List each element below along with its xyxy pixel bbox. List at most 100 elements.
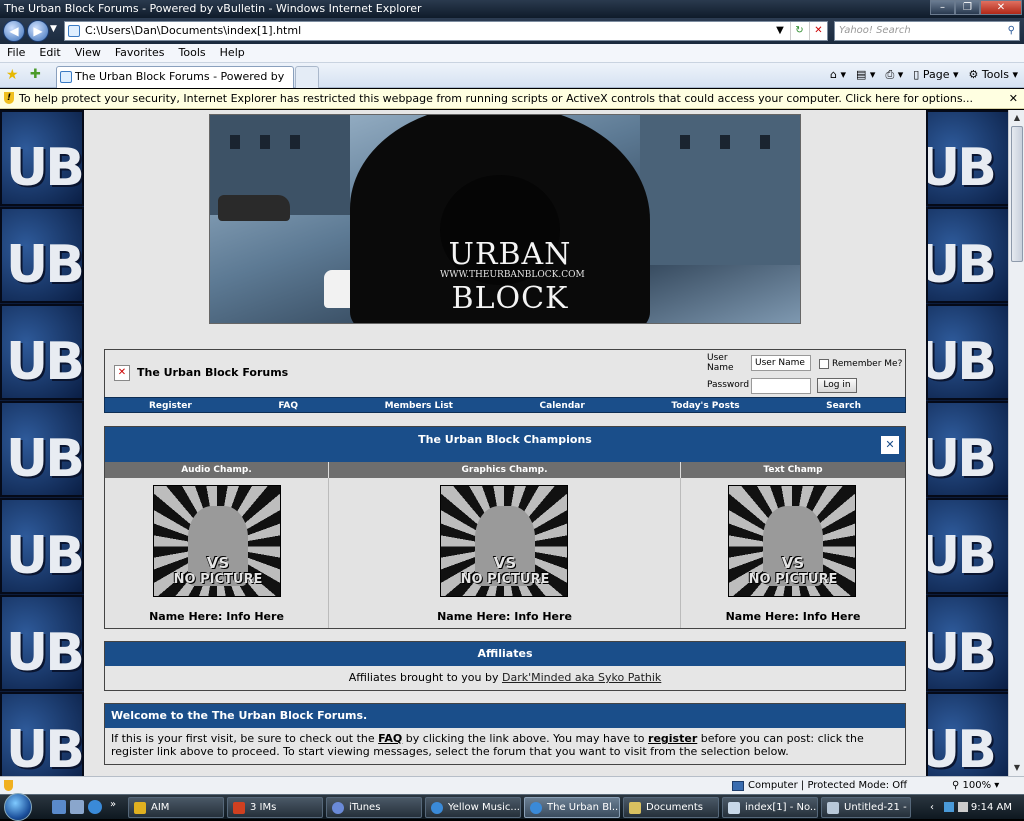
tray-expand-icon[interactable]: ‹ (930, 795, 934, 820)
internet-explorer-icon[interactable] (88, 800, 102, 814)
ie-icon (431, 802, 443, 814)
ub-logo-tile: UB (0, 498, 84, 594)
close-button[interactable]: ✕ (980, 0, 1022, 15)
ub-logo-tile: UB (0, 692, 84, 776)
show-desktop-icon[interactable] (52, 800, 66, 814)
tools-menu[interactable]: ⚙ Tools ▾ (969, 66, 1019, 84)
menu-favorites[interactable]: Favorites (108, 44, 172, 62)
champions-columns: Audio Champ. Graphics Champ. Text Champ (105, 462, 905, 478)
login-button[interactable]: Log in (817, 378, 857, 393)
print-icon[interactable]: ⎙ ▾ (885, 66, 903, 84)
affiliates-title: Affiliates (105, 642, 905, 666)
affiliates-text: Affiliates brought to you by (348, 671, 499, 684)
zoom-level[interactable]: ⚲ 100% ▾ (952, 777, 999, 795)
nav-members-list[interactable]: Members List (385, 398, 453, 412)
nav-register[interactable]: Register (149, 398, 192, 412)
ub-logo-text: UB (928, 235, 997, 295)
taskbar-tasks: AIM 3 IMs iTunes Yellow Music... The Urb… (128, 797, 911, 818)
login-form: User Name Password User Name Remember Me… (705, 353, 905, 395)
address-dropdown-icon[interactable]: ▼ (771, 22, 789, 40)
faq-link[interactable]: FAQ (378, 732, 402, 745)
affiliates-box: Affiliates Affiliates brought to you by … (104, 641, 906, 691)
task-label: index[1] - No... (745, 802, 818, 813)
nav-todays-posts[interactable]: Today's Posts (671, 398, 739, 412)
task-itunes[interactable]: iTunes (326, 797, 422, 818)
task-untitled[interactable]: Untitled-21 - ... (821, 797, 911, 818)
nav-search[interactable]: Search (826, 398, 861, 412)
champion-name: Name Here: Info Here (437, 610, 572, 623)
quicklaunch-more-icon[interactable]: » (110, 799, 116, 810)
volume-icon[interactable] (958, 802, 968, 812)
task-yellow-music[interactable]: Yellow Music... (425, 797, 521, 818)
ub-logo-tile: UB (926, 692, 1008, 776)
welcome-box: Welcome to the The Urban Block Forums. I… (104, 703, 906, 765)
recent-pages-dropdown[interactable]: ▼ (50, 24, 57, 34)
task-ims[interactable]: 3 IMs (227, 797, 323, 818)
maximize-button[interactable]: ❐ (955, 0, 980, 15)
search-input[interactable]: Yahoo! Search ⚲ (834, 21, 1020, 41)
scroll-up-icon[interactable]: ▲ (1010, 111, 1024, 125)
username-field[interactable]: User Name (751, 355, 811, 371)
favorites-star-icon[interactable]: ★ (6, 67, 19, 83)
affiliates-link[interactable]: Dark'Minded aka Syko Pathik (502, 671, 661, 684)
refresh-icon[interactable]: ↻ (790, 22, 808, 40)
task-documents[interactable]: Documents (623, 797, 719, 818)
task-aim[interactable]: AIM (128, 797, 224, 818)
vertical-scrollbar[interactable]: ▲ ▼ (1008, 110, 1024, 776)
start-button[interactable] (4, 793, 32, 821)
new-tab-button[interactable] (295, 66, 319, 88)
security-zone[interactable]: Computer | Protected Mode: Off (732, 777, 907, 795)
champions-title: The Urban Block Champions (418, 433, 592, 446)
switch-windows-icon[interactable] (70, 800, 84, 814)
welcome-body: If this is your first visit, be sure to … (105, 728, 905, 762)
password-field[interactable] (751, 378, 811, 394)
scroll-thumb[interactable] (1011, 126, 1023, 262)
task-notepad[interactable]: index[1] - No... (722, 797, 818, 818)
menu-help[interactable]: Help (213, 44, 252, 62)
register-link[interactable]: register (648, 732, 697, 745)
window-titlebar: The Urban Block Forums - Powered by vBul… (0, 0, 1024, 18)
page-icon (68, 25, 80, 37)
network-icon[interactable] (944, 802, 954, 812)
itunes-icon (332, 802, 344, 814)
remember-me-checkbox[interactable] (819, 359, 829, 369)
feeds-icon[interactable]: ▤ ▾ (856, 66, 875, 84)
address-url: C:\Users\Dan\Documents\index[1].html (85, 24, 302, 37)
clock[interactable]: 9:14 AM (971, 795, 1012, 820)
tab-urban-block[interactable]: The Urban Block Forums - Powered by vBul… (56, 66, 294, 103)
scroll-down-icon[interactable]: ▼ (1010, 761, 1024, 775)
image-text-no-picture: NO PICTURE (460, 572, 550, 587)
address-bar[interactable]: C:\Users\Dan\Documents\index[1].html ▼ ↻… (64, 21, 828, 41)
back-button[interactable]: ◀ (3, 20, 25, 42)
nav-calendar[interactable]: Calendar (540, 398, 585, 412)
close-infobar-icon[interactable]: ✕ (1009, 89, 1018, 108)
search-icon[interactable]: ⚲ (1008, 22, 1015, 40)
collapse-icon[interactable]: ✕ (881, 436, 899, 454)
security-information-bar[interactable]: ! To help protect your security, Interne… (0, 89, 1024, 109)
task-label: Documents (646, 802, 704, 813)
zone-text: Computer | Protected Mode: Off (748, 780, 908, 791)
menu-edit[interactable]: Edit (32, 44, 67, 62)
menu-file[interactable]: File (0, 44, 32, 62)
forum-title[interactable]: The Urban Block Forums (137, 366, 288, 379)
task-urban-block[interactable]: The Urban Bl... (524, 797, 620, 818)
stop-icon[interactable]: ✕ (809, 22, 827, 40)
ub-logo-tile: UB (0, 401, 84, 497)
windows-taskbar: » AIM 3 IMs iTunes Yellow Music... The U… (0, 793, 1024, 821)
menu-view[interactable]: View (68, 44, 108, 62)
page-menu[interactable]: ▯ Page ▾ (913, 66, 958, 84)
minimize-button[interactable]: – (930, 0, 955, 15)
champions-cells: VS NO PICTURE Name Here: Info Here VS NO… (105, 478, 905, 628)
security-shield-icon (4, 780, 13, 791)
forward-button[interactable]: ▶ (27, 20, 49, 42)
tools-menu-label: Tools (981, 68, 1009, 81)
nav-faq[interactable]: FAQ (278, 398, 298, 412)
home-icon[interactable]: ⌂ ▾ (830, 66, 846, 84)
menu-tools[interactable]: Tools (172, 44, 213, 62)
banner-window (290, 135, 300, 149)
status-bar: Computer | Protected Mode: Off ⚲ 100% ▾ (0, 776, 1024, 794)
no-picture-image: VS NO PICTURE (728, 485, 856, 597)
add-favorites-icon[interactable]: ✚ (30, 67, 41, 82)
banner-window (260, 135, 270, 149)
task-label: AIM (151, 802, 170, 813)
